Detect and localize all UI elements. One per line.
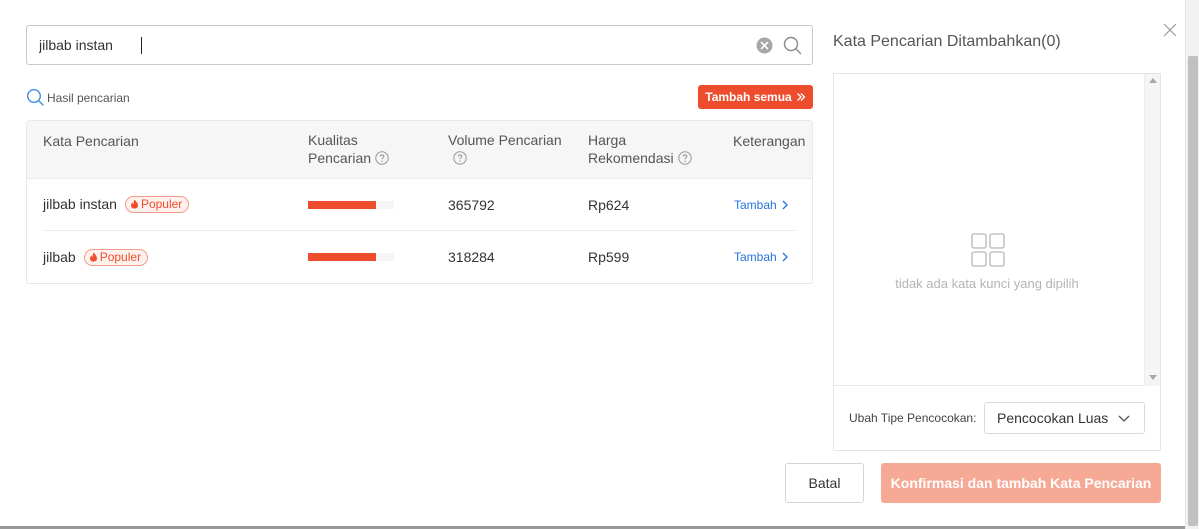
popular-badge-label: Populer <box>140 197 183 211</box>
add-all-button[interactable]: Tambah semua <box>698 85 813 109</box>
quality-bar <box>308 201 394 209</box>
page-scrollbar[interactable] <box>1185 0 1199 529</box>
popular-badge-label: Populer <box>99 250 142 264</box>
scroll-down-icon[interactable] <box>1149 375 1157 380</box>
keyword-cell: jilbab Populer <box>43 248 149 266</box>
add-keyword-link[interactable]: Tambah <box>734 250 788 264</box>
keyword-search-box[interactable] <box>26 25 813 65</box>
table-row: jilbab instan Populer 365792 Rp624 Tamba… <box>27 179 812 231</box>
search-results-label: Hasil pencarian <box>47 91 130 105</box>
question-icon[interactable] <box>375 151 389 165</box>
match-type-select[interactable]: Pencocokan Luas <box>984 402 1145 434</box>
popular-badge: Populer <box>124 195 190 213</box>
empty-state-text: tidak ada kata kunci yang dipilih <box>895 276 1079 291</box>
keyword-text: jilbab instan <box>43 196 117 212</box>
match-type-label: Ubah Tipe Pencocokan: <box>849 411 977 425</box>
column-header-quality: Kualitas Pencarian <box>308 131 389 167</box>
volume-cell: 365792 <box>448 197 495 213</box>
column-header-keyword: Kata Pencarian <box>43 133 139 149</box>
match-type-value: Pencocokan Luas <box>997 410 1109 426</box>
table-row: jilbab Populer 318284 Rp599 Tambah <box>27 231 812 283</box>
cancel-button[interactable]: Batal <box>785 463 864 503</box>
quality-bar <box>308 253 394 261</box>
add-keyword-label: Tambah <box>734 250 777 264</box>
added-keywords-panel: tidak ada kata kunci yang dipilih Ubah T… <box>833 73 1161 451</box>
column-header-price: Harga Rekomendasi <box>588 131 692 167</box>
magnifier-icon <box>26 88 44 106</box>
confirm-add-keywords-button[interactable]: Konfirmasi dan tambah Kata Pencarian <box>881 463 1161 503</box>
double-chevron-right-icon <box>796 93 806 101</box>
chevron-right-icon <box>782 200 788 210</box>
volume-cell: 318284 <box>448 249 495 265</box>
search-icon[interactable] <box>783 36 802 55</box>
price-cell: Rp599 <box>588 249 630 265</box>
column-header-action: Keterangan <box>733 133 806 149</box>
fire-icon <box>130 199 138 209</box>
column-header-price-line1: Harga <box>588 132 627 148</box>
column-header-volume-label: Volume Pencarian <box>448 132 562 148</box>
keyword-text: jilbab <box>43 249 76 265</box>
column-header-volume: Volume Pencarian <box>448 131 562 167</box>
add-all-label: Tambah semua <box>705 90 792 104</box>
chevron-down-icon <box>1118 415 1130 422</box>
fire-icon <box>89 252 97 262</box>
quality-bar-fill <box>308 201 376 209</box>
add-keyword-label: Tambah <box>734 198 777 212</box>
column-header-price-line2: Rekomendasi <box>588 150 674 166</box>
search-results-table: Kata Pencarian Kualitas Pencarian Volume… <box>26 120 813 284</box>
question-icon[interactable] <box>453 151 467 165</box>
clear-search-icon[interactable] <box>756 37 773 54</box>
column-header-quality-line1: Kualitas <box>308 132 358 148</box>
text-caret <box>141 37 142 54</box>
added-keywords-title: Kata Pencarian Ditambahkan(0) <box>833 33 1061 50</box>
popular-badge: Populer <box>83 248 149 266</box>
price-cell: Rp624 <box>588 197 630 213</box>
grid-icon <box>971 233 1005 267</box>
keyword-search-input[interactable] <box>27 26 747 64</box>
added-keywords-list: tidak ada kata kunci yang dipilih <box>834 74 1160 386</box>
keyword-cell: jilbab instan Populer <box>43 195 190 213</box>
scroll-up-icon[interactable] <box>1149 78 1157 83</box>
panel-scrollbar[interactable] <box>1144 74 1160 386</box>
add-keyword-link[interactable]: Tambah <box>734 198 788 212</box>
page-scrollbar-thumb[interactable] <box>1188 56 1198 526</box>
close-icon[interactable] <box>1162 22 1178 38</box>
quality-bar-fill <box>308 253 376 261</box>
chevron-right-icon <box>782 252 788 262</box>
table-header: Kata Pencarian Kualitas Pencarian Volume… <box>27 121 812 179</box>
search-results-header: Hasil pencarian <box>26 86 130 108</box>
column-header-quality-line2: Pencarian <box>308 150 372 166</box>
question-icon[interactable] <box>677 151 692 165</box>
